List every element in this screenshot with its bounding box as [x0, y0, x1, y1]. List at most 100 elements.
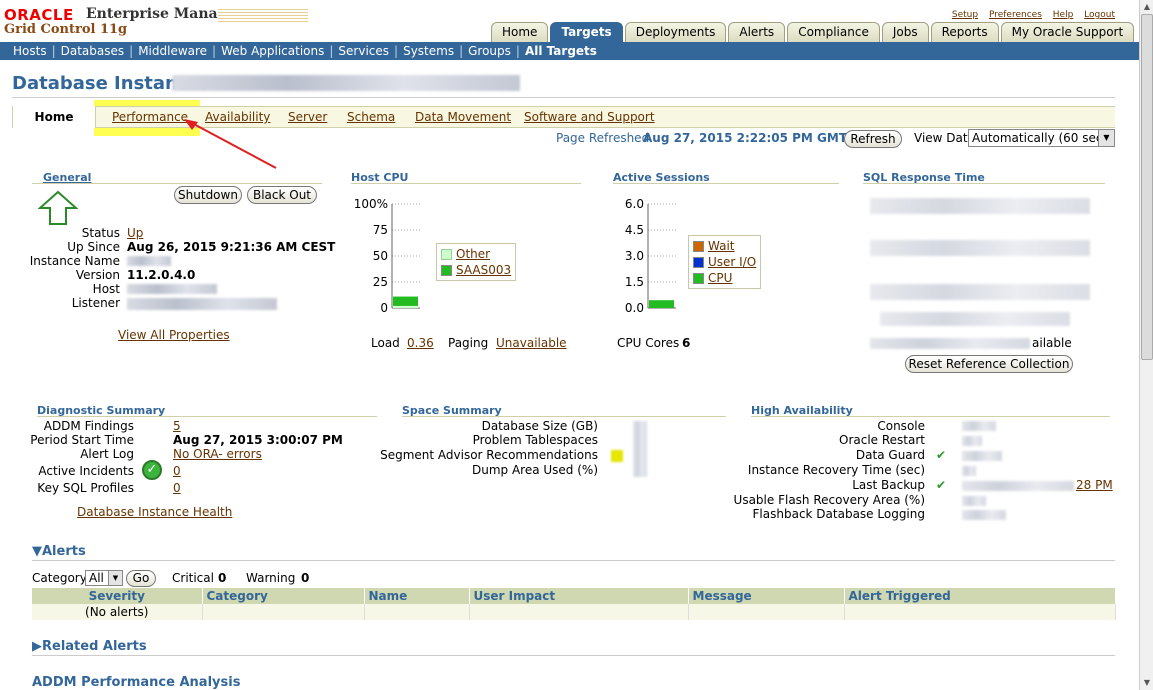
addm-findings-value[interactable]: 5	[173, 419, 181, 433]
subtab-performance[interactable]: Performance	[112, 110, 188, 124]
host-cpu-tick-label: 25	[373, 275, 388, 289]
tab-my-oracle-support[interactable]: My Oracle Support	[1000, 22, 1135, 42]
category-select[interactable]: All ▼	[85, 570, 123, 586]
logo-stripes	[218, 9, 308, 22]
paging-value[interactable]: Unavailable	[496, 336, 567, 350]
subnav-services[interactable]: Services	[333, 42, 394, 60]
view-data-value: Automatically (60 sec)	[972, 131, 1108, 145]
subnav-databases[interactable]: Databases	[56, 42, 130, 60]
vertical-scrollbar[interactable]: ▲ ▼	[1139, 0, 1153, 690]
tab-alerts[interactable]: Alerts	[728, 22, 786, 42]
space-values-redacted	[633, 421, 647, 477]
alert-log-value[interactable]: No ORA- errors	[173, 447, 262, 461]
subtab-schema[interactable]: Schema	[347, 110, 395, 124]
key-sql-profiles-value[interactable]: 0	[173, 481, 181, 495]
column-message[interactable]: Message	[688, 588, 845, 604]
critical-count: 0	[218, 571, 227, 585]
flashback-value-redacted	[962, 510, 1006, 520]
active-sessions-rule	[613, 183, 839, 184]
status-value[interactable]: Up	[127, 226, 143, 240]
reset-reference-collection-button[interactable]: Reset Reference Collection	[905, 355, 1073, 373]
view-all-properties-link[interactable]: View All Properties	[118, 328, 230, 342]
empty-cell	[688, 604, 845, 620]
setup-link[interactable]: Setup	[952, 10, 978, 20]
column-user-impact[interactable]: User Impact	[469, 588, 689, 604]
legend-item-wait[interactable]: Wait	[693, 238, 756, 254]
blackout-button[interactable]: Black Out	[247, 186, 317, 204]
period-start-value: Aug 27, 2015 3:00:07 PM	[173, 433, 343, 447]
alert-log-label: Alert Log	[80, 447, 134, 461]
view-data-select[interactable]: Automatically (60 sec) ▼	[968, 129, 1115, 147]
subnav-systems[interactable]: Systems	[398, 42, 459, 60]
column-alert-triggered[interactable]: Alert Triggered	[844, 588, 1116, 604]
scroll-up-arrow-icon[interactable]: ▲	[1140, 0, 1153, 14]
status-label: Status	[81, 226, 120, 240]
subnav-hosts[interactable]: Hosts	[8, 42, 52, 60]
subtab-server[interactable]: Server	[288, 110, 327, 124]
load-value[interactable]: 0.36	[407, 336, 434, 350]
preferences-link[interactable]: Preferences	[989, 10, 1042, 20]
subnav-middleware[interactable]: Middleware	[133, 42, 212, 60]
database-instance-health-link[interactable]: Database Instance Health	[77, 505, 232, 519]
legend-item-other[interactable]: Other	[441, 246, 511, 262]
empty-cell	[202, 604, 365, 620]
active-incidents-value[interactable]: 0	[173, 464, 181, 478]
swatch-cpu	[693, 272, 704, 284]
subtab-software-and-support[interactable]: Software and Support	[524, 110, 655, 124]
host-cpu-tick-label: 75	[373, 223, 388, 237]
product-subtitle: Grid Control 11g	[4, 22, 128, 37]
general-rule	[32, 183, 322, 184]
dropdown-arrow-icon: ▼	[1098, 130, 1114, 146]
collapse-triangle-icon[interactable]: ▼	[32, 544, 42, 559]
sql-response-chart-redacted	[880, 312, 1070, 326]
subnav-groups[interactable]: Groups	[463, 42, 516, 60]
expand-triangle-icon[interactable]: ▶	[32, 639, 42, 654]
host-cpu-tick-label: 100%	[354, 197, 388, 211]
active-sessions-legend: Wait User I/O CPU	[688, 235, 762, 289]
subnav-web-applications[interactable]: Web Applications	[216, 42, 329, 60]
logout-link[interactable]: Logout	[1084, 10, 1115, 20]
data-guard-check-icon: ✔	[936, 448, 947, 462]
alerts-section-header[interactable]: ▼Alerts	[32, 544, 86, 559]
column-name[interactable]: Name	[364, 588, 470, 604]
main-tabs: Home Targets Deployments Alerts Complian…	[491, 22, 1136, 42]
tab-jobs[interactable]: Jobs	[881, 22, 929, 42]
legend-item-saas003[interactable]: SAAS003	[441, 262, 511, 278]
tab-targets[interactable]: Targets	[550, 22, 623, 42]
subtab-data-movement[interactable]: Data Movement	[415, 110, 511, 124]
tab-compliance[interactable]: Compliance	[787, 22, 880, 42]
legend-item-user-io[interactable]: User I/O	[693, 254, 756, 270]
go-button[interactable]: Go	[126, 570, 156, 587]
shutdown-button[interactable]: Shutdown	[174, 186, 242, 204]
tab-deployments[interactable]: Deployments	[624, 22, 727, 42]
tab-reports[interactable]: Reports	[930, 22, 999, 42]
data-guard-label: Data Guard	[855, 448, 925, 462]
legend-item-cpu[interactable]: CPU	[693, 270, 756, 286]
refresh-button[interactable]: Refresh	[844, 130, 902, 148]
swatch-other	[441, 248, 452, 260]
column-severity[interactable]: Severity	[32, 588, 203, 604]
tab-home[interactable]: Home	[491, 22, 549, 42]
sql-baseline-redacted	[870, 338, 1030, 349]
global-links: Setup Preferences Help Logout	[944, 10, 1115, 20]
page-refreshed-label: Page Refreshed	[556, 131, 650, 145]
empty-cell	[364, 604, 470, 620]
subnav-all-targets[interactable]: All Targets	[520, 42, 602, 60]
cpu-cores-label: CPU Cores	[617, 336, 680, 350]
flash-recovery-value-redacted	[962, 496, 986, 506]
active-sessions-tick-label: 6.0	[625, 197, 644, 211]
help-link[interactable]: Help	[1053, 10, 1074, 20]
scroll-down-arrow-icon[interactable]: ▼	[1140, 676, 1153, 690]
cpu-cores-value: 6	[682, 336, 691, 350]
restart-value-redacted	[962, 436, 982, 446]
subtab-home[interactable]: Home	[12, 106, 96, 128]
scroll-thumb[interactable]	[1141, 14, 1153, 360]
column-category[interactable]: Category	[202, 588, 365, 604]
recovery-value-redacted	[962, 466, 976, 476]
sql-response-chart-redacted	[870, 240, 1090, 256]
alerts-table: Severity Category Name User Impact Messa…	[32, 588, 1116, 620]
host-cpu-tick-label: 0	[380, 301, 388, 315]
related-alerts-header[interactable]: ▶Related Alerts	[32, 639, 147, 654]
sql-response-chart-redacted	[870, 198, 1090, 214]
last-backup-value-suffix[interactable]: 28 PM	[1076, 478, 1113, 492]
